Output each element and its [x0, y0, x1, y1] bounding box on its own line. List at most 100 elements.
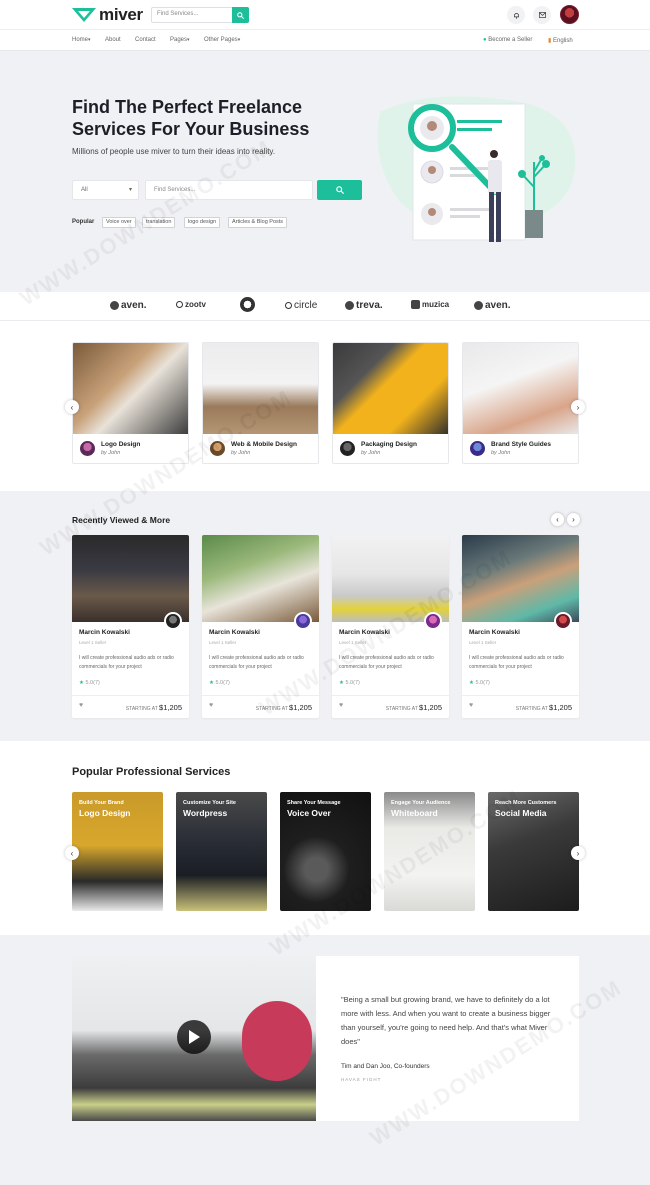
hero-subtitle: Millions of people use miver to turn the…: [72, 147, 276, 156]
seller-level: Level 1 Seller: [339, 640, 367, 645]
heart-icon[interactable]: ♥: [209, 702, 213, 709]
popular-tag[interactable]: translation: [142, 217, 176, 228]
service-tagline: Build Your Brand: [79, 800, 124, 806]
service-title: Wordpress: [183, 808, 228, 818]
header-search[interactable]: Find Services...: [151, 7, 249, 23]
category-title: Web & Mobile Design: [231, 441, 297, 448]
gig-image: [202, 535, 319, 622]
brand-mark-icon: [176, 301, 183, 308]
hero-search-input[interactable]: Find Services...: [145, 180, 313, 200]
nav-item-pages[interactable]: Pages▾: [170, 37, 190, 43]
play-button[interactable]: [177, 1020, 211, 1054]
category-image: [333, 343, 448, 434]
popular-tag[interactable]: Articles & Blog Posts: [228, 217, 288, 228]
gig-rating: ★ 5.0(7): [79, 680, 100, 686]
service-card[interactable]: Share Your Message Voice Over: [280, 792, 371, 911]
become-seller-link[interactable]: ● Become a Seller: [483, 37, 532, 43]
chevron-left-icon: ‹: [70, 848, 74, 858]
gig-rating: ★ 5.0(7): [469, 680, 490, 686]
brand-mark-icon: [474, 301, 483, 310]
bell-icon: [513, 12, 519, 19]
rating-count: (7): [353, 680, 360, 686]
become-seller-label: Become a Seller: [488, 37, 533, 43]
gig-rating: ★ 5.0(7): [339, 680, 360, 686]
rating-value: 5.0: [475, 680, 484, 686]
gig-card[interactable]: Marcin Kowalski Level 1 Seller I will cr…: [332, 535, 449, 718]
category-card[interactable]: Packaging Design by John: [332, 342, 449, 464]
logo[interactable]: miver: [72, 6, 143, 23]
service-tagline: Customize Your Site: [183, 800, 236, 806]
seller-level: Level 1 Seller: [469, 640, 497, 645]
category-image: [463, 343, 578, 434]
service-card[interactable]: Engage Your Audience Whiteboard: [384, 792, 475, 911]
brand-logo: muzica: [411, 300, 449, 309]
services-prev-button[interactable]: ‹: [65, 846, 79, 860]
chevron-down-icon: ▾: [237, 37, 241, 43]
nav-item-label: Other Pages: [204, 37, 238, 43]
section-title: Popular Professional Services: [72, 766, 231, 778]
services-next-button[interactable]: ›: [571, 846, 585, 860]
carousel-prev-button[interactable]: ‹: [65, 400, 79, 414]
carousel-next-button[interactable]: ›: [571, 400, 585, 414]
recent-next-button[interactable]: ›: [567, 513, 580, 526]
header-search-button[interactable]: [232, 7, 249, 23]
testimonial-author: Tim and Dan Joo, Co-founders: [341, 1063, 430, 1070]
service-title: Voice Over: [287, 808, 331, 818]
gig-price: STARTING AT $1,205: [126, 703, 182, 712]
header-search-input[interactable]: Find Services...: [157, 11, 198, 17]
user-avatar[interactable]: [560, 5, 579, 24]
category-card[interactable]: Web & Mobile Design by John: [202, 342, 319, 464]
main-nav: Home▾ About Contact Pages▾ Other Pages▾ …: [0, 30, 650, 51]
recent-prev-button[interactable]: ‹: [551, 513, 564, 526]
gig-price: STARTING AT $1,205: [516, 703, 572, 712]
avatar: [210, 441, 225, 456]
divider: [72, 695, 189, 696]
brand-name: muzica: [422, 300, 450, 309]
heart-icon[interactable]: ♥: [79, 702, 83, 709]
hero-title: Find The Perfect Freelance Services For …: [72, 97, 310, 139]
avatar: [294, 612, 312, 630]
price-value: $1,205: [549, 703, 572, 712]
gig-image: [462, 535, 579, 622]
seller-level: Level 1 Seller: [209, 640, 237, 645]
chevron-left-icon: ‹: [556, 515, 559, 524]
service-card[interactable]: Customize Your Site Wordpress: [176, 792, 267, 911]
popular-tag[interactable]: Voice over: [102, 217, 136, 228]
star-icon: ★: [469, 680, 474, 686]
category-title: Packaging Design: [361, 441, 417, 448]
service-card[interactable]: Build Your Brand Logo Design: [72, 792, 163, 911]
nav-item-home[interactable]: Home▾: [72, 37, 91, 43]
messages-button[interactable]: [533, 6, 551, 24]
nav-item-contact[interactable]: Contact: [135, 37, 156, 43]
seller-name: Marcin Kowalski: [339, 629, 390, 636]
gig-rating: ★ 5.0(7): [209, 680, 230, 686]
header: miver Find Services...: [0, 0, 650, 30]
category-title: Brand Style Guides: [491, 441, 551, 448]
divider: [332, 695, 449, 696]
popular-tag[interactable]: logo design: [184, 217, 221, 228]
language-select[interactable]: ▮ English: [548, 37, 573, 44]
category-select[interactable]: All ▾: [72, 180, 139, 200]
brand-name: aven.: [121, 300, 147, 311]
category-card[interactable]: Logo Design by John: [72, 342, 189, 464]
heart-icon[interactable]: ♥: [339, 702, 343, 709]
price-value: $1,205: [289, 703, 312, 712]
service-card[interactable]: Reach More Customers Social Media: [488, 792, 579, 911]
chevron-right-icon: ›: [576, 402, 580, 412]
starting-label: STARTING AT: [255, 706, 288, 712]
heart-icon[interactable]: ♥: [469, 702, 473, 709]
nav-item-other-pages[interactable]: Other Pages▾: [204, 37, 240, 43]
starting-label: STARTING AT: [125, 706, 158, 712]
brand-name: circle: [294, 300, 318, 311]
rating-count: (7): [223, 680, 230, 686]
gig-card[interactable]: Marcin Kowalski Level 1 Seller I will cr…: [72, 535, 189, 718]
category-card[interactable]: Brand Style Guides by John: [462, 342, 579, 464]
nav-item-about[interactable]: About: [105, 37, 121, 43]
testimonial-company: HAVAS FIGHT: [341, 1077, 382, 1082]
gig-card[interactable]: Marcin Kowalski Level 1 Seller I will cr…: [202, 535, 319, 718]
brand-logo: treva.: [345, 300, 383, 311]
gig-card[interactable]: Marcin Kowalski Level 1 Seller I will cr…: [462, 535, 579, 718]
divider: [202, 695, 319, 696]
notifications-button[interactable]: [507, 6, 525, 24]
hero-search-button[interactable]: [317, 180, 362, 200]
